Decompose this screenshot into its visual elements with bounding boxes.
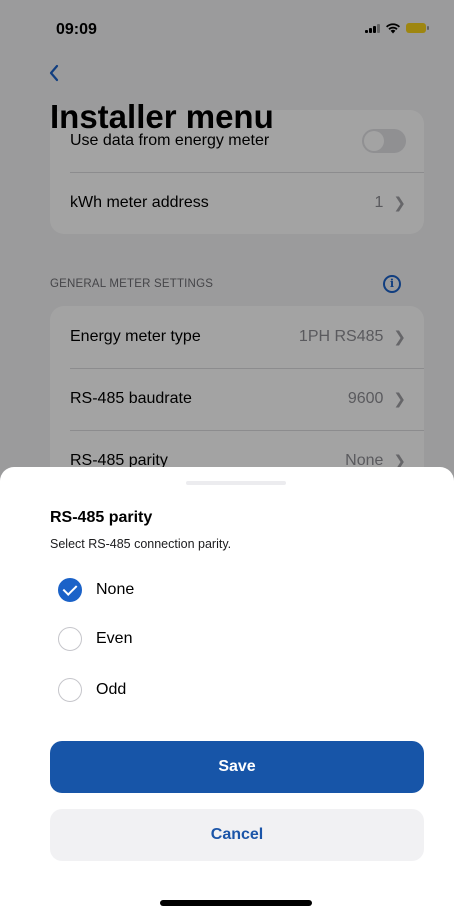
save-button[interactable]: Save — [50, 741, 424, 793]
parity-option-even[interactable]: Even — [50, 622, 300, 656]
sheet-grabber[interactable] — [186, 481, 286, 485]
radio-checked-icon[interactable] — [58, 578, 82, 602]
radio-unchecked-icon[interactable] — [58, 627, 82, 651]
sheet-description: Select RS-485 connection parity. — [50, 537, 232, 551]
sheet-title: RS-485 parity — [50, 509, 153, 526]
parity-option-odd[interactable]: Odd — [50, 673, 300, 707]
home-indicator[interactable] — [160, 900, 312, 906]
option-label: Odd — [96, 681, 127, 698]
installer-menu-screen: 09:09 Use data from energy meter kWh met… — [0, 0, 454, 909]
option-label: None — [96, 581, 135, 598]
option-label: Even — [96, 630, 133, 647]
parity-option-none[interactable]: None — [50, 573, 300, 607]
cancel-button[interactable]: Cancel — [50, 809, 424, 861]
parity-bottom-sheet: RS-485 parity Select RS-485 connection p… — [0, 467, 454, 909]
radio-unchecked-icon[interactable] — [58, 678, 82, 702]
